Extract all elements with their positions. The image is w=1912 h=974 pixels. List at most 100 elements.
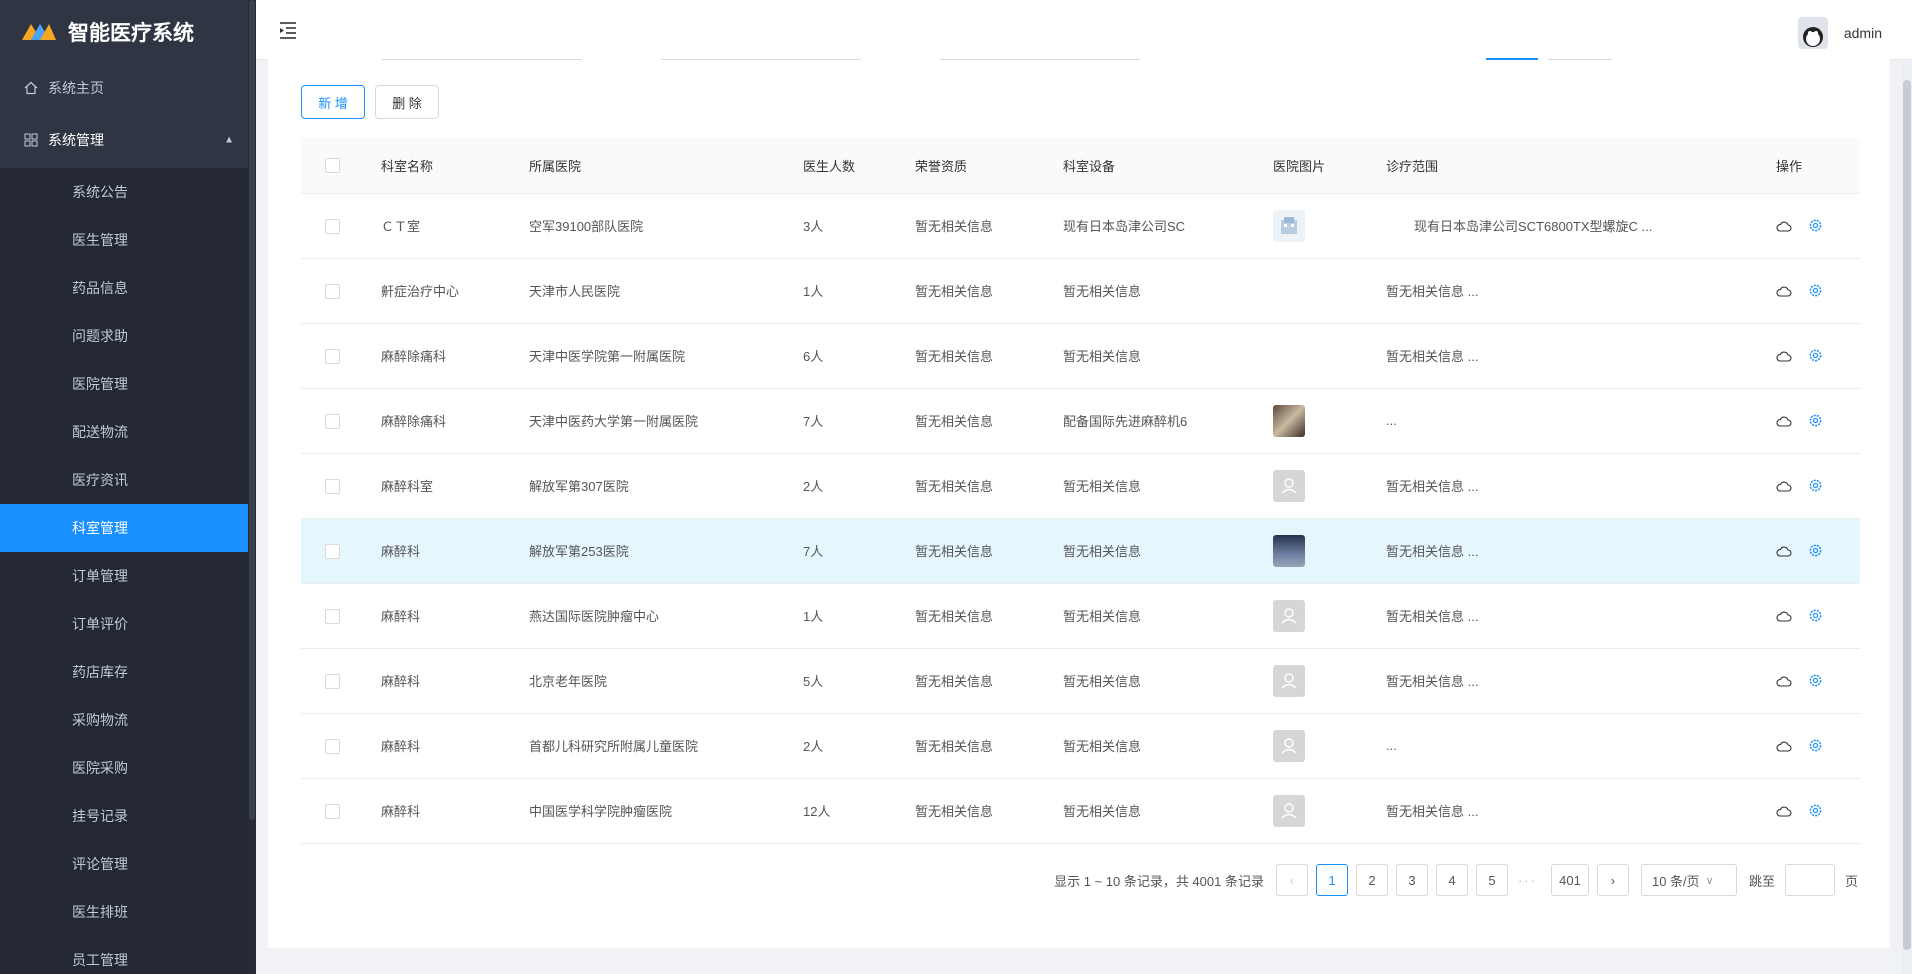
table-row[interactable]: 麻醉科室 解放军第307医院 2人 暂无相关信息 暂无相关信息 暂无相关信息 .… [301, 453, 1860, 519]
cloud-icon[interactable] [1776, 740, 1792, 752]
search-field-1[interactable] [382, 52, 582, 60]
cloud-icon[interactable] [1776, 545, 1792, 557]
row-checkbox[interactable] [325, 283, 340, 299]
sidebar-item[interactable]: 医疗资讯 [0, 456, 256, 504]
page-button[interactable]: 5 [1475, 864, 1508, 896]
search-field-3[interactable] [940, 52, 1140, 60]
page-scroll-thumb[interactable] [1903, 80, 1911, 950]
cloud-icon[interactable] [1776, 220, 1792, 232]
gear-icon[interactable] [1808, 608, 1823, 623]
table-row[interactable]: 麻醉科 首都儿科研究所附属儿童医院 2人 暂无相关信息 暂无相关信息 ... [301, 713, 1860, 779]
sidebar-item-active[interactable]: 科室管理 [0, 504, 248, 552]
cloud-icon[interactable] [1776, 350, 1792, 362]
page-button-last[interactable]: 401 [1550, 864, 1589, 896]
page-button[interactable]: 2 [1355, 864, 1388, 896]
cloud-icon[interactable] [1776, 610, 1792, 622]
prev-page-button[interactable]: ‹ [1275, 864, 1308, 896]
jump-page-input[interactable] [1784, 864, 1835, 896]
search-button[interactable] [1486, 52, 1538, 60]
table-row[interactable]: 鼾症治疗中心 天津市人民医院 1人 暂无相关信息 暂无相关信息 暂无相关信息 .… [301, 258, 1860, 324]
sidebar-item[interactable]: 采购物流 [0, 696, 256, 744]
sidebar-item[interactable]: 挂号记录 [0, 792, 256, 840]
sidebar-item[interactable]: 医生管理 [0, 216, 256, 264]
gear-icon[interactable] [1808, 218, 1823, 233]
cloud-icon[interactable] [1776, 415, 1792, 427]
hospital-image[interactable] [1273, 209, 1305, 242]
sidebar-scroll-thumb[interactable] [249, 0, 255, 820]
sidebar-item[interactable]: 订单管理 [0, 552, 256, 600]
table-row[interactable]: 麻醉除痛科 天津中医药大学第一附属医院 7人 暂无相关信息 配备国际先进麻醉机6… [301, 388, 1860, 454]
table-row[interactable]: 麻醉除痛科 天津中医学院第一附属医院 6人 暂无相关信息 暂无相关信息 暂无相关… [301, 323, 1860, 389]
image-placeholder-icon[interactable] [1273, 469, 1305, 502]
cloud-icon[interactable] [1776, 805, 1792, 817]
page-ellipsis[interactable]: ··· [1518, 873, 1537, 888]
cell-name: 麻醉科室 [381, 453, 529, 519]
sidebar-scrollbar[interactable] [248, 0, 256, 974]
image-placeholder-icon[interactable] [1273, 794, 1305, 827]
chevron-up-icon: ▲ [224, 134, 234, 146]
menu-home[interactable]: 系统主页 [0, 64, 256, 112]
row-checkbox[interactable] [325, 218, 340, 234]
sidebar-item[interactable]: 药店库存 [0, 648, 256, 696]
page-button-active[interactable]: 1 [1315, 864, 1348, 896]
user-menu[interactable]: admin [1797, 17, 1882, 49]
image-placeholder-icon[interactable] [1273, 599, 1305, 632]
cell-scope: 暂无相关信息 ... [1386, 583, 1776, 649]
gear-icon[interactable] [1808, 738, 1823, 753]
cloud-icon[interactable] [1776, 675, 1792, 687]
row-checkbox[interactable] [325, 543, 340, 559]
row-checkbox[interactable] [325, 608, 340, 624]
menu-fold-icon[interactable] [278, 20, 298, 40]
reset-button[interactable] [1548, 52, 1612, 60]
gear-icon[interactable] [1808, 543, 1823, 558]
gear-icon[interactable] [1808, 348, 1823, 363]
page-scrollbar[interactable] [1902, 60, 1912, 974]
gear-icon[interactable] [1808, 803, 1823, 818]
sidebar-item[interactable]: 系统公告 [0, 168, 256, 216]
page-button[interactable]: 3 [1395, 864, 1428, 896]
cloud-icon[interactable] [1776, 285, 1792, 297]
search-field-2[interactable] [661, 52, 861, 60]
sidebar-item[interactable]: 问题求助 [0, 312, 256, 360]
table-row-hovered[interactable]: 麻醉科 解放军第253医院 7人 暂无相关信息 暂无相关信息 暂无相关信息 ..… [301, 518, 1860, 584]
table-row[interactable]: ＣＴ室 空军39100部队医院 3人 暂无相关信息 现有日本岛津公司SC 现有日… [301, 193, 1860, 259]
sidebar-item[interactable]: 配送物流 [0, 408, 256, 456]
row-checkbox[interactable] [325, 803, 340, 819]
sidebar-item[interactable]: 员工管理 [0, 936, 256, 974]
cell-doctors: 1人 [803, 583, 915, 649]
sidebar-item[interactable]: 医院管理 [0, 360, 256, 408]
cell-name: 鼾症治疗中心 [381, 258, 529, 324]
sidebar-item[interactable]: 医生排班 [0, 888, 256, 936]
hospital-image[interactable] [1273, 404, 1305, 437]
sidebar-item[interactable]: 评论管理 [0, 840, 256, 888]
cloud-icon[interactable] [1776, 480, 1792, 492]
sidebar-item[interactable]: 医院采购 [0, 744, 256, 792]
hospital-image[interactable] [1273, 534, 1305, 567]
gear-icon[interactable] [1808, 283, 1823, 298]
page-button[interactable]: 4 [1435, 864, 1468, 896]
gear-icon[interactable] [1808, 413, 1823, 428]
row-checkbox[interactable] [325, 413, 340, 429]
sidebar-item[interactable]: 药品信息 [0, 264, 256, 312]
table-row[interactable]: 麻醉科 燕达国际医院肿瘤中心 1人 暂无相关信息 暂无相关信息 暂无相关信息 .… [301, 583, 1860, 649]
image-placeholder-icon[interactable] [1273, 664, 1305, 697]
cell-doctors: 2人 [803, 713, 915, 779]
row-checkbox[interactable] [325, 478, 340, 494]
add-button[interactable]: 新 增 [301, 85, 365, 119]
table-row[interactable]: 麻醉科 北京老年医院 5人 暂无相关信息 暂无相关信息 暂无相关信息 ... [301, 648, 1860, 714]
select-all-checkbox[interactable] [325, 158, 340, 174]
gear-icon[interactable] [1808, 478, 1823, 493]
menu-system-management[interactable]: 系统管理 ▲ [0, 112, 256, 168]
cell-honor: 暂无相关信息 [915, 583, 1063, 649]
table-row[interactable]: 麻醉科 中国医学科学院肿瘤医院 12人 暂无相关信息 暂无相关信息 暂无相关信息… [301, 778, 1860, 844]
row-checkbox[interactable] [325, 738, 340, 754]
row-checkbox[interactable] [325, 348, 340, 364]
image-placeholder-icon[interactable] [1273, 729, 1305, 762]
row-checkbox[interactable] [325, 673, 340, 689]
delete-button[interactable]: 删 除 [375, 85, 439, 119]
next-page-button[interactable]: › [1596, 864, 1629, 896]
gear-icon[interactable] [1808, 673, 1823, 688]
sidebar-item[interactable]: 订单评价 [0, 600, 256, 648]
col-header: 科室设备 [1063, 138, 1273, 194]
page-size-select[interactable]: 10 条/页 ∨ [1640, 864, 1737, 896]
